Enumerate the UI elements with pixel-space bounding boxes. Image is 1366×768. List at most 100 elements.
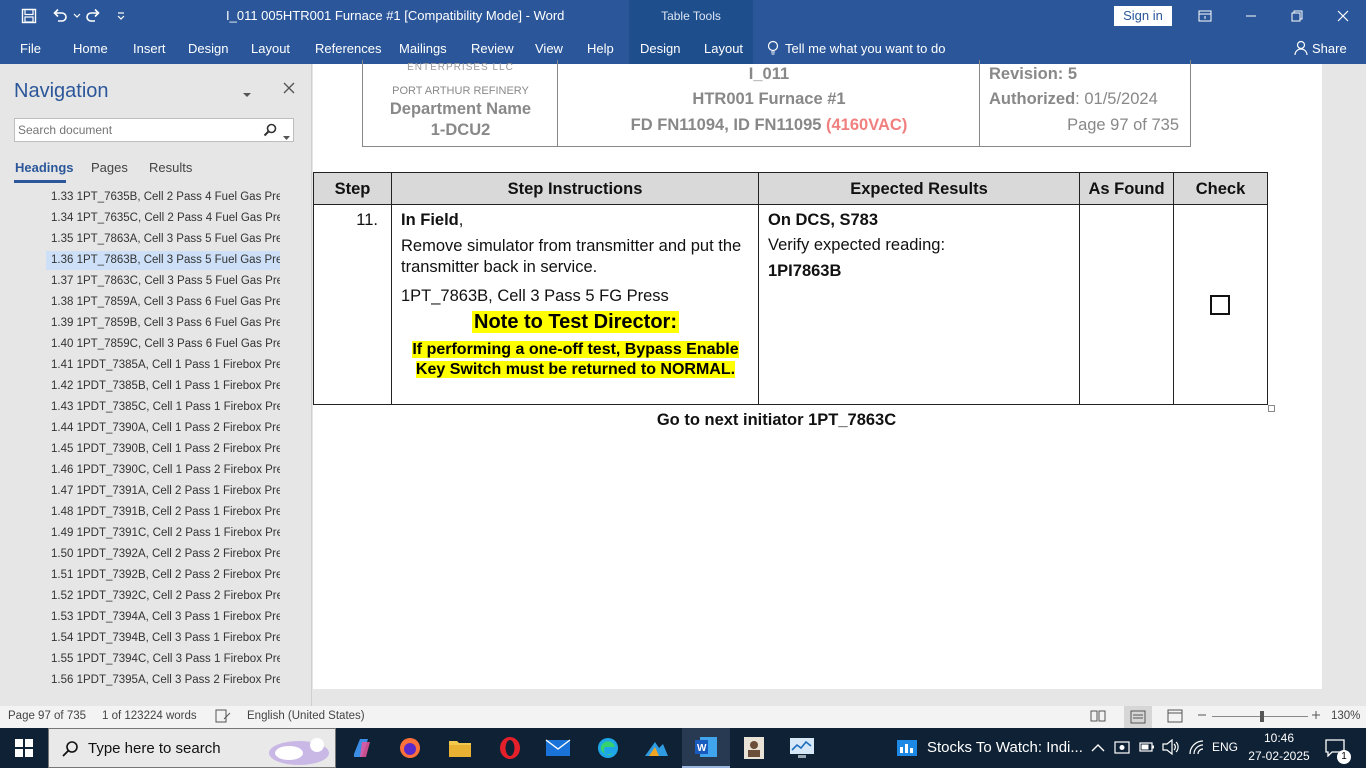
tab-layout[interactable]: Layout — [251, 41, 290, 56]
tab-table-design[interactable]: Design — [640, 41, 680, 56]
zoom-out-icon[interactable] — [1197, 710, 1207, 723]
check-box[interactable] — [1210, 295, 1230, 315]
nav-heading-item[interactable]: 1.34 1PT_7635C, Cell 2 Pass 4 Fuel Gas P… — [46, 209, 280, 228]
step-number-cell[interactable]: 11. — [314, 205, 392, 405]
save-icon[interactable] — [16, 6, 42, 26]
nav-heading-item[interactable]: 1.36 1PT_7863B, Cell 3 Pass 5 Fuel Gas P… — [46, 251, 280, 270]
restore-icon[interactable] — [1274, 0, 1320, 32]
meet-now-icon[interactable] — [1114, 739, 1130, 760]
nav-heading-item[interactable]: 1.54 1PDT_7394B, Cell 3 Pass 1 Firebox P… — [46, 629, 280, 648]
nav-heading-item[interactable]: 1.35 1PT_7863A, Cell 3 Pass 5 Fuel Gas P… — [46, 230, 280, 249]
nav-heading-item[interactable]: 1.42 1PDT_7385B, Cell 1 Pass 1 Firebox P… — [46, 377, 280, 396]
battery-icon[interactable] — [1139, 740, 1155, 759]
show-hidden-icons-icon[interactable] — [1091, 740, 1105, 758]
nav-heading-item[interactable]: 1.47 1PDT_7391A, Cell 2 Pass 1 Firebox P… — [46, 482, 280, 501]
expected-results-cell[interactable]: On DCS, S783 Verify expected reading: 1P… — [759, 205, 1080, 405]
search-document-input[interactable] — [15, 119, 255, 141]
news-widget-icon[interactable] — [883, 728, 931, 768]
nav-heading-item[interactable]: 1.48 1PDT_7391B, Cell 2 Pass 1 Firebox P… — [46, 503, 280, 522]
search-options-icon[interactable] — [283, 128, 290, 146]
opera-icon[interactable] — [486, 728, 534, 768]
nav-tab-pages[interactable]: Pages — [91, 160, 128, 175]
nav-tab-results[interactable]: Results — [149, 160, 192, 175]
nav-tab-headings[interactable]: Headings — [15, 160, 74, 175]
sign-in-button[interactable]: Sign in — [1114, 6, 1172, 26]
proofing-icon[interactable] — [215, 709, 231, 726]
print-layout-icon[interactable] — [1124, 706, 1152, 728]
mail-icon[interactable] — [534, 728, 582, 768]
tab-home[interactable]: Home — [73, 41, 108, 56]
minimize-icon[interactable] — [1228, 0, 1274, 32]
nav-heading-item[interactable]: 1.38 1PT_7859A, Cell 3 Pass 6 Fuel Gas P… — [46, 293, 280, 312]
clock-date[interactable]: 27-02-2025 — [1248, 749, 1310, 763]
share-button[interactable]: Share — [1312, 41, 1347, 56]
nav-heading-item[interactable]: 1.41 1PDT_7385A, Cell 1 Pass 1 Firebox P… — [46, 356, 280, 375]
nav-heading-item[interactable]: 1.39 1PT_7859B, Cell 3 Pass 6 Fuel Gas P… — [46, 314, 280, 333]
taskbar-search-box[interactable]: Type here to search — [48, 728, 336, 768]
task-manager-icon[interactable] — [778, 728, 826, 768]
nav-heading-item[interactable]: 1.49 1PDT_7391C, Cell 2 Pass 1 Firebox P… — [46, 524, 280, 543]
contacts-app-icon[interactable] — [730, 728, 778, 768]
zoom-in-icon[interactable] — [1311, 710, 1321, 723]
nav-heading-item[interactable]: 1.37 1PT_7863C, Cell 3 Pass 5 Fuel Gas P… — [46, 272, 280, 291]
nav-heading-item[interactable]: 1.33 1PT_7635B, Cell 2 Pass 4 Fuel Gas P… — [46, 188, 280, 207]
share-person-icon[interactable] — [1294, 40, 1308, 59]
ribbon-display-options-icon[interactable] — [1182, 0, 1228, 32]
weather-widget-icon[interactable] — [632, 728, 680, 768]
nav-heading-item[interactable]: 1.51 1PDT_7392B, Cell 2 Pass 2 Firebox P… — [46, 566, 280, 585]
tab-table-layout[interactable]: Layout — [704, 41, 743, 56]
vertical-scrollbar[interactable] — [1322, 64, 1366, 706]
search-document-box[interactable] — [14, 118, 294, 142]
nav-heading-item[interactable]: 1.53 1PDT_7394A, Cell 3 Pass 1 Firebox P… — [46, 608, 280, 627]
pane-options-icon[interactable] — [242, 86, 252, 104]
network-icon[interactable] — [1188, 739, 1206, 760]
table-resize-handle[interactable] — [1268, 405, 1275, 412]
web-layout-icon[interactable] — [1167, 709, 1183, 726]
nav-heading-item[interactable]: 1.45 1PDT_7390B, Cell 1 Pass 2 Firebox P… — [46, 440, 280, 459]
tab-insert[interactable]: Insert — [133, 41, 166, 56]
tab-view[interactable]: View — [535, 41, 563, 56]
tab-design[interactable]: Design — [188, 41, 228, 56]
page-count[interactable]: Page 97 of 735 — [8, 710, 86, 722]
copilot-icon[interactable] — [338, 728, 386, 768]
nav-heading-item[interactable]: 1.46 1PDT_7390C, Cell 1 Pass 2 Firebox P… — [46, 461, 280, 480]
tab-review[interactable]: Review — [471, 41, 514, 56]
horizontal-scrollbar[interactable] — [313, 689, 1322, 706]
step-table[interactable]: Step Step Instructions Expected Results … — [313, 172, 1268, 405]
redo-icon[interactable] — [80, 6, 106, 26]
tab-help[interactable]: Help — [587, 41, 614, 56]
header-check: Check — [1174, 173, 1267, 205]
tab-mailings[interactable]: Mailings — [399, 41, 447, 56]
nav-heading-item[interactable]: 1.43 1PDT_7385C, Cell 1 Pass 1 Firebox P… — [46, 398, 280, 417]
zoom-slider-thumb[interactable] — [1260, 711, 1264, 722]
windows-start-icon[interactable] — [0, 728, 48, 768]
input-language[interactable]: ENG — [1212, 740, 1238, 754]
nav-heading-item[interactable]: 1.50 1PDT_7392A, Cell 2 Pass 2 Firebox P… — [46, 545, 280, 564]
nav-heading-item[interactable]: 1.52 1PDT_7392C, Cell 2 Pass 2 Firebox P… — [46, 587, 280, 606]
close-pane-icon[interactable] — [283, 81, 295, 99]
zoom-level[interactable]: 130% — [1331, 710, 1360, 722]
news-widget-text[interactable]: Stocks To Watch: Indi... — [927, 739, 1083, 756]
step-instructions-cell[interactable]: In Field, Remove simulator from transmit… — [392, 205, 759, 405]
firefox-icon[interactable] — [386, 728, 434, 768]
read-mode-icon[interactable] — [1090, 709, 1106, 726]
edge-icon[interactable] — [584, 728, 632, 768]
in-field-line: In Field, — [401, 211, 463, 230]
file-explorer-icon[interactable] — [436, 728, 484, 768]
word-count[interactable]: 1 of 123224 words — [102, 710, 197, 722]
as-found-cell[interactable] — [1080, 205, 1174, 405]
search-icon[interactable] — [263, 123, 277, 142]
nav-heading-item[interactable]: 1.56 1PDT_7395A, Cell 3 Pass 2 Firebox P… — [46, 671, 280, 690]
word-taskbar-icon[interactable]: W — [682, 728, 730, 768]
clock-time[interactable]: 10:46 — [1248, 731, 1310, 745]
tell-me-search[interactable]: Tell me what you want to do — [785, 41, 945, 56]
tab-file[interactable]: File — [20, 41, 41, 56]
nav-heading-item[interactable]: 1.55 1PDT_7394C, Cell 3 Pass 1 Firebox P… — [46, 650, 280, 669]
close-icon[interactable] — [1320, 0, 1366, 32]
nav-heading-item[interactable]: 1.44 1PDT_7390A, Cell 1 Pass 2 Firebox P… — [46, 419, 280, 438]
customize-toolbar-icon[interactable] — [108, 6, 134, 26]
language-status[interactable]: English (United States) — [247, 710, 365, 722]
nav-heading-item[interactable]: 1.40 1PT_7859C, Cell 3 Pass 6 Fuel Gas P… — [46, 335, 280, 354]
volume-icon[interactable] — [1162, 738, 1180, 760]
tab-references[interactable]: References — [315, 41, 381, 56]
